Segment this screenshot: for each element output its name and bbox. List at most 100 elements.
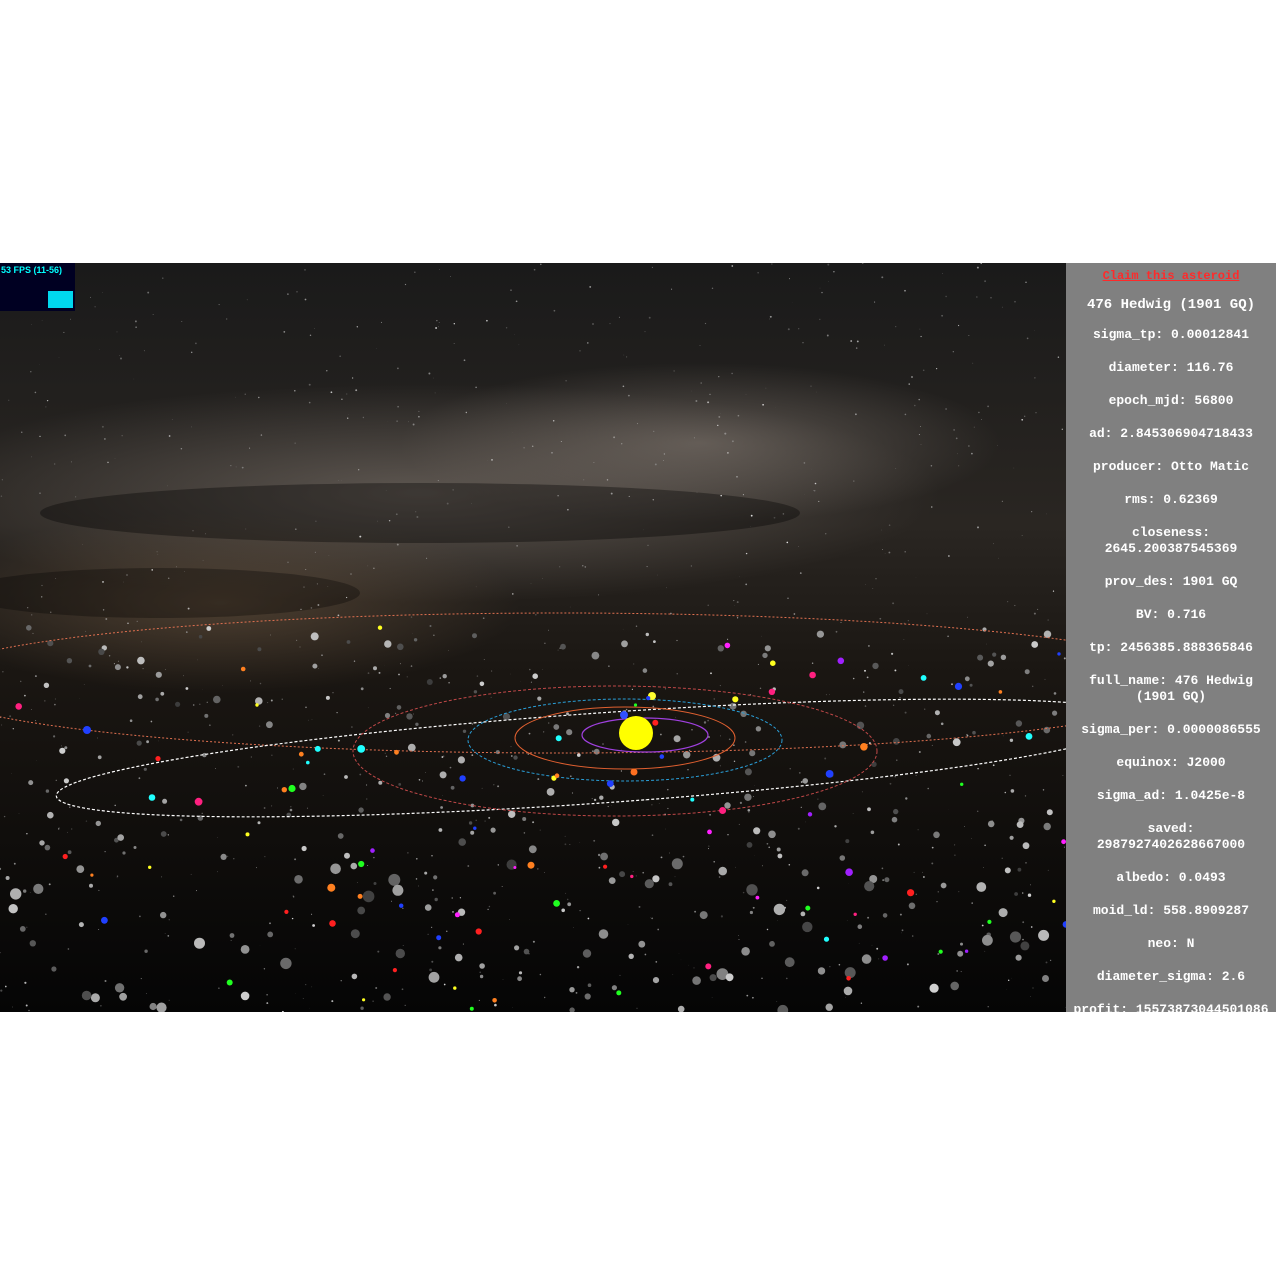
asteroid bbox=[870, 830, 875, 835]
star bbox=[1044, 678, 1046, 680]
star bbox=[237, 765, 240, 768]
asteroid bbox=[867, 807, 871, 812]
star bbox=[490, 696, 492, 698]
star bbox=[467, 865, 470, 867]
highlighted-asteroid bbox=[705, 963, 712, 970]
asteroid bbox=[992, 652, 997, 657]
star bbox=[766, 842, 769, 845]
star bbox=[733, 760, 736, 763]
star bbox=[947, 635, 949, 638]
highlighted-asteroid bbox=[809, 671, 816, 679]
star bbox=[75, 496, 77, 498]
asteroid bbox=[1020, 941, 1030, 951]
solar-system-scene[interactable] bbox=[0, 263, 1066, 1012]
asteroid bbox=[905, 797, 908, 800]
star bbox=[241, 466, 244, 469]
star bbox=[542, 668, 543, 670]
star bbox=[67, 948, 70, 950]
star bbox=[358, 469, 360, 471]
star bbox=[654, 463, 657, 466]
asteroid bbox=[619, 871, 626, 878]
star bbox=[667, 807, 669, 810]
star bbox=[913, 871, 915, 873]
claim-asteroid-link[interactable]: Claim this asteroid bbox=[1066, 269, 1276, 283]
star bbox=[487, 908, 489, 911]
highlighted-asteroid bbox=[492, 998, 497, 1003]
asteroid bbox=[312, 924, 315, 927]
star bbox=[83, 683, 85, 685]
star bbox=[695, 400, 698, 402]
highlighted-asteroid bbox=[155, 756, 161, 762]
highlighted-asteroid bbox=[1052, 899, 1056, 903]
asteroid bbox=[668, 882, 673, 887]
star bbox=[476, 675, 479, 677]
star bbox=[798, 546, 799, 547]
asteroid-property: ad: 2.845306904718433 bbox=[1089, 426, 1253, 441]
star bbox=[889, 782, 892, 785]
highlighted-asteroid bbox=[770, 660, 776, 666]
star bbox=[26, 833, 28, 835]
star bbox=[395, 513, 398, 516]
star bbox=[302, 998, 304, 1000]
asteroid bbox=[749, 910, 754, 915]
highlighted-asteroid bbox=[755, 895, 760, 900]
star bbox=[748, 811, 750, 814]
fps-stats-panel[interactable]: 53 FPS (11-56) bbox=[0, 263, 75, 311]
asteroid-property: BV: 0.716 bbox=[1135, 607, 1207, 622]
star bbox=[981, 418, 982, 420]
star bbox=[294, 390, 296, 392]
asteroid bbox=[1043, 822, 1051, 831]
star bbox=[846, 920, 848, 921]
star bbox=[437, 326, 439, 328]
star bbox=[308, 383, 311, 386]
asteroid bbox=[699, 911, 708, 920]
asteroid bbox=[267, 931, 274, 938]
star bbox=[140, 978, 142, 980]
asteroid bbox=[518, 971, 523, 975]
star bbox=[861, 791, 863, 793]
star bbox=[694, 910, 697, 913]
star bbox=[290, 806, 292, 808]
star bbox=[798, 772, 801, 774]
star bbox=[305, 984, 307, 986]
asteroid bbox=[289, 808, 293, 812]
asteroid bbox=[611, 985, 618, 991]
star bbox=[1014, 300, 1016, 303]
simulation-viewport[interactable]: 53 FPS (11-56) Claim this asteroid 476 H… bbox=[0, 263, 1276, 1012]
asteroid bbox=[744, 793, 752, 801]
star bbox=[294, 948, 296, 950]
star bbox=[497, 864, 500, 866]
asteroid bbox=[982, 934, 993, 946]
star bbox=[709, 813, 711, 816]
star bbox=[463, 359, 466, 362]
star bbox=[217, 871, 218, 873]
star bbox=[852, 677, 855, 680]
star bbox=[331, 1000, 334, 1003]
asteroid bbox=[362, 890, 375, 903]
star bbox=[719, 685, 721, 687]
star bbox=[398, 673, 400, 676]
asteroid bbox=[378, 780, 383, 785]
asteroid bbox=[952, 738, 961, 747]
star bbox=[510, 746, 512, 748]
highlighted-asteroid bbox=[357, 893, 363, 899]
asteroid bbox=[325, 695, 330, 700]
star bbox=[931, 862, 934, 865]
asteroid bbox=[384, 640, 392, 648]
star bbox=[292, 768, 294, 770]
star bbox=[598, 866, 601, 869]
star bbox=[510, 289, 512, 291]
star bbox=[508, 526, 510, 528]
asteroid bbox=[351, 973, 358, 980]
star bbox=[733, 600, 735, 602]
star bbox=[448, 681, 450, 684]
star bbox=[742, 891, 745, 894]
highlighted-asteroid bbox=[513, 866, 517, 869]
star bbox=[635, 625, 638, 628]
asteroid bbox=[454, 953, 463, 962]
asteroid bbox=[508, 810, 516, 818]
star bbox=[353, 660, 356, 662]
star bbox=[576, 752, 578, 754]
star bbox=[571, 792, 574, 794]
asteroid bbox=[987, 820, 995, 828]
